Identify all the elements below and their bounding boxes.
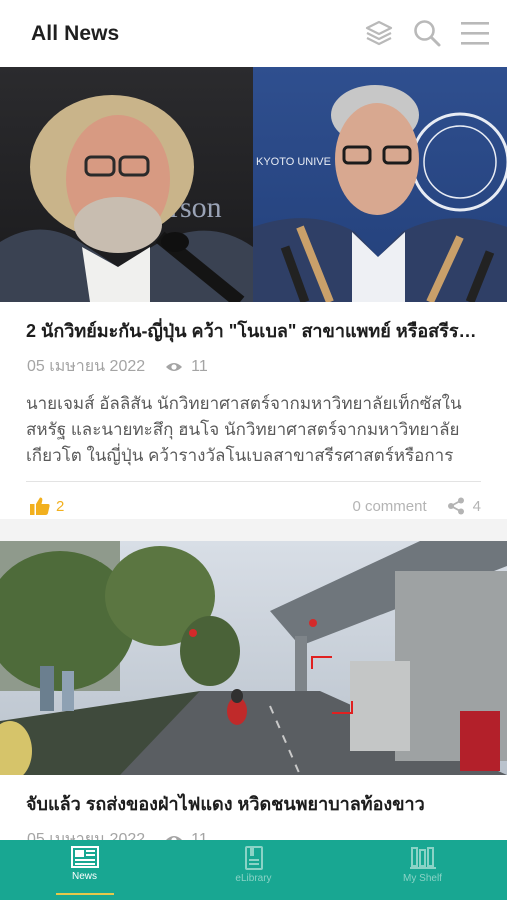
views-value: 11 <box>191 830 208 841</box>
svg-text:KYOTO UNIVE: KYOTO UNIVE <box>256 156 331 168</box>
tab-my-shelf[interactable]: My Shelf <box>338 840 507 900</box>
header-actions <box>363 17 491 49</box>
news-card[interactable]: จับแล้ว รถส่งของฝ่าไฟแดง หวิดชนพยาบาลท้อ… <box>0 541 507 840</box>
article-image[interactable]: rson KYOTO UNIVE <box>0 67 507 302</box>
news-card[interactable]: rson KYOTO UNIVE 2 นักวิทย์มะกัน-ญี่ปุ่น… <box>0 67 507 519</box>
comment-count[interactable]: 0 comment <box>352 498 426 515</box>
active-tab-indicator <box>55 893 114 895</box>
tab-news[interactable]: News <box>0 840 169 900</box>
app-header: All News <box>0 0 507 67</box>
layers-icon[interactable] <box>363 17 395 49</box>
article-headline[interactable]: 2 นักวิทย์มะกัน-ญี่ปุ่น คว้า "โนเบล" สาข… <box>0 318 507 344</box>
eye-icon <box>166 362 183 371</box>
article-actions: 2 0 comment 4 <box>0 482 507 530</box>
views-value: 11 <box>191 357 208 375</box>
like-count: 2 <box>56 497 65 515</box>
thumbs-up-icon <box>30 497 50 515</box>
bottom-tab-bar: News eLibrary My Shelf <box>0 840 507 900</box>
hamburger-menu-icon[interactable] <box>459 17 491 49</box>
article-meta: 05 เมษายน 2022 11 <box>0 354 507 379</box>
news-feed[interactable]: rson KYOTO UNIVE 2 นักวิทย์มะกัน-ญี่ปุ่น… <box>0 67 507 840</box>
article-date: 05 เมษายน 2022 <box>27 831 146 840</box>
share-icon <box>447 497 464 515</box>
tab-label: My Shelf <box>403 873 442 884</box>
share-button[interactable]: 4 <box>447 497 481 515</box>
article-image[interactable] <box>0 541 507 775</box>
tab-elibrary[interactable]: eLibrary <box>169 840 338 900</box>
article-meta: 05 เมษายน 2022 11 <box>0 827 507 840</box>
tab-label: News <box>71 871 97 882</box>
secondary-actions: 0 comment 4 <box>352 497 481 515</box>
tab-label: eLibrary <box>235 873 272 884</box>
book-icon <box>244 846 263 870</box>
article-headline[interactable]: จับแล้ว รถส่งของฝ่าไฟแดง หวิดชนพยาบาลท้อ… <box>0 791 507 817</box>
newspaper-icon <box>70 846 99 868</box>
views-count: 11 <box>165 830 208 841</box>
page-title: All News <box>31 21 120 45</box>
article-date: 05 เมษายน 2022 <box>27 358 146 375</box>
article-excerpt: นายเจมส์ อัลลิสัน นักวิทยาศาสตร์จากมหาวิ… <box>26 394 462 465</box>
search-icon[interactable] <box>411 17 443 49</box>
like-button[interactable]: 2 <box>30 497 64 515</box>
views-count: 11 <box>165 358 208 376</box>
bookshelf-icon <box>409 847 436 869</box>
share-count: 4 <box>472 497 481 515</box>
